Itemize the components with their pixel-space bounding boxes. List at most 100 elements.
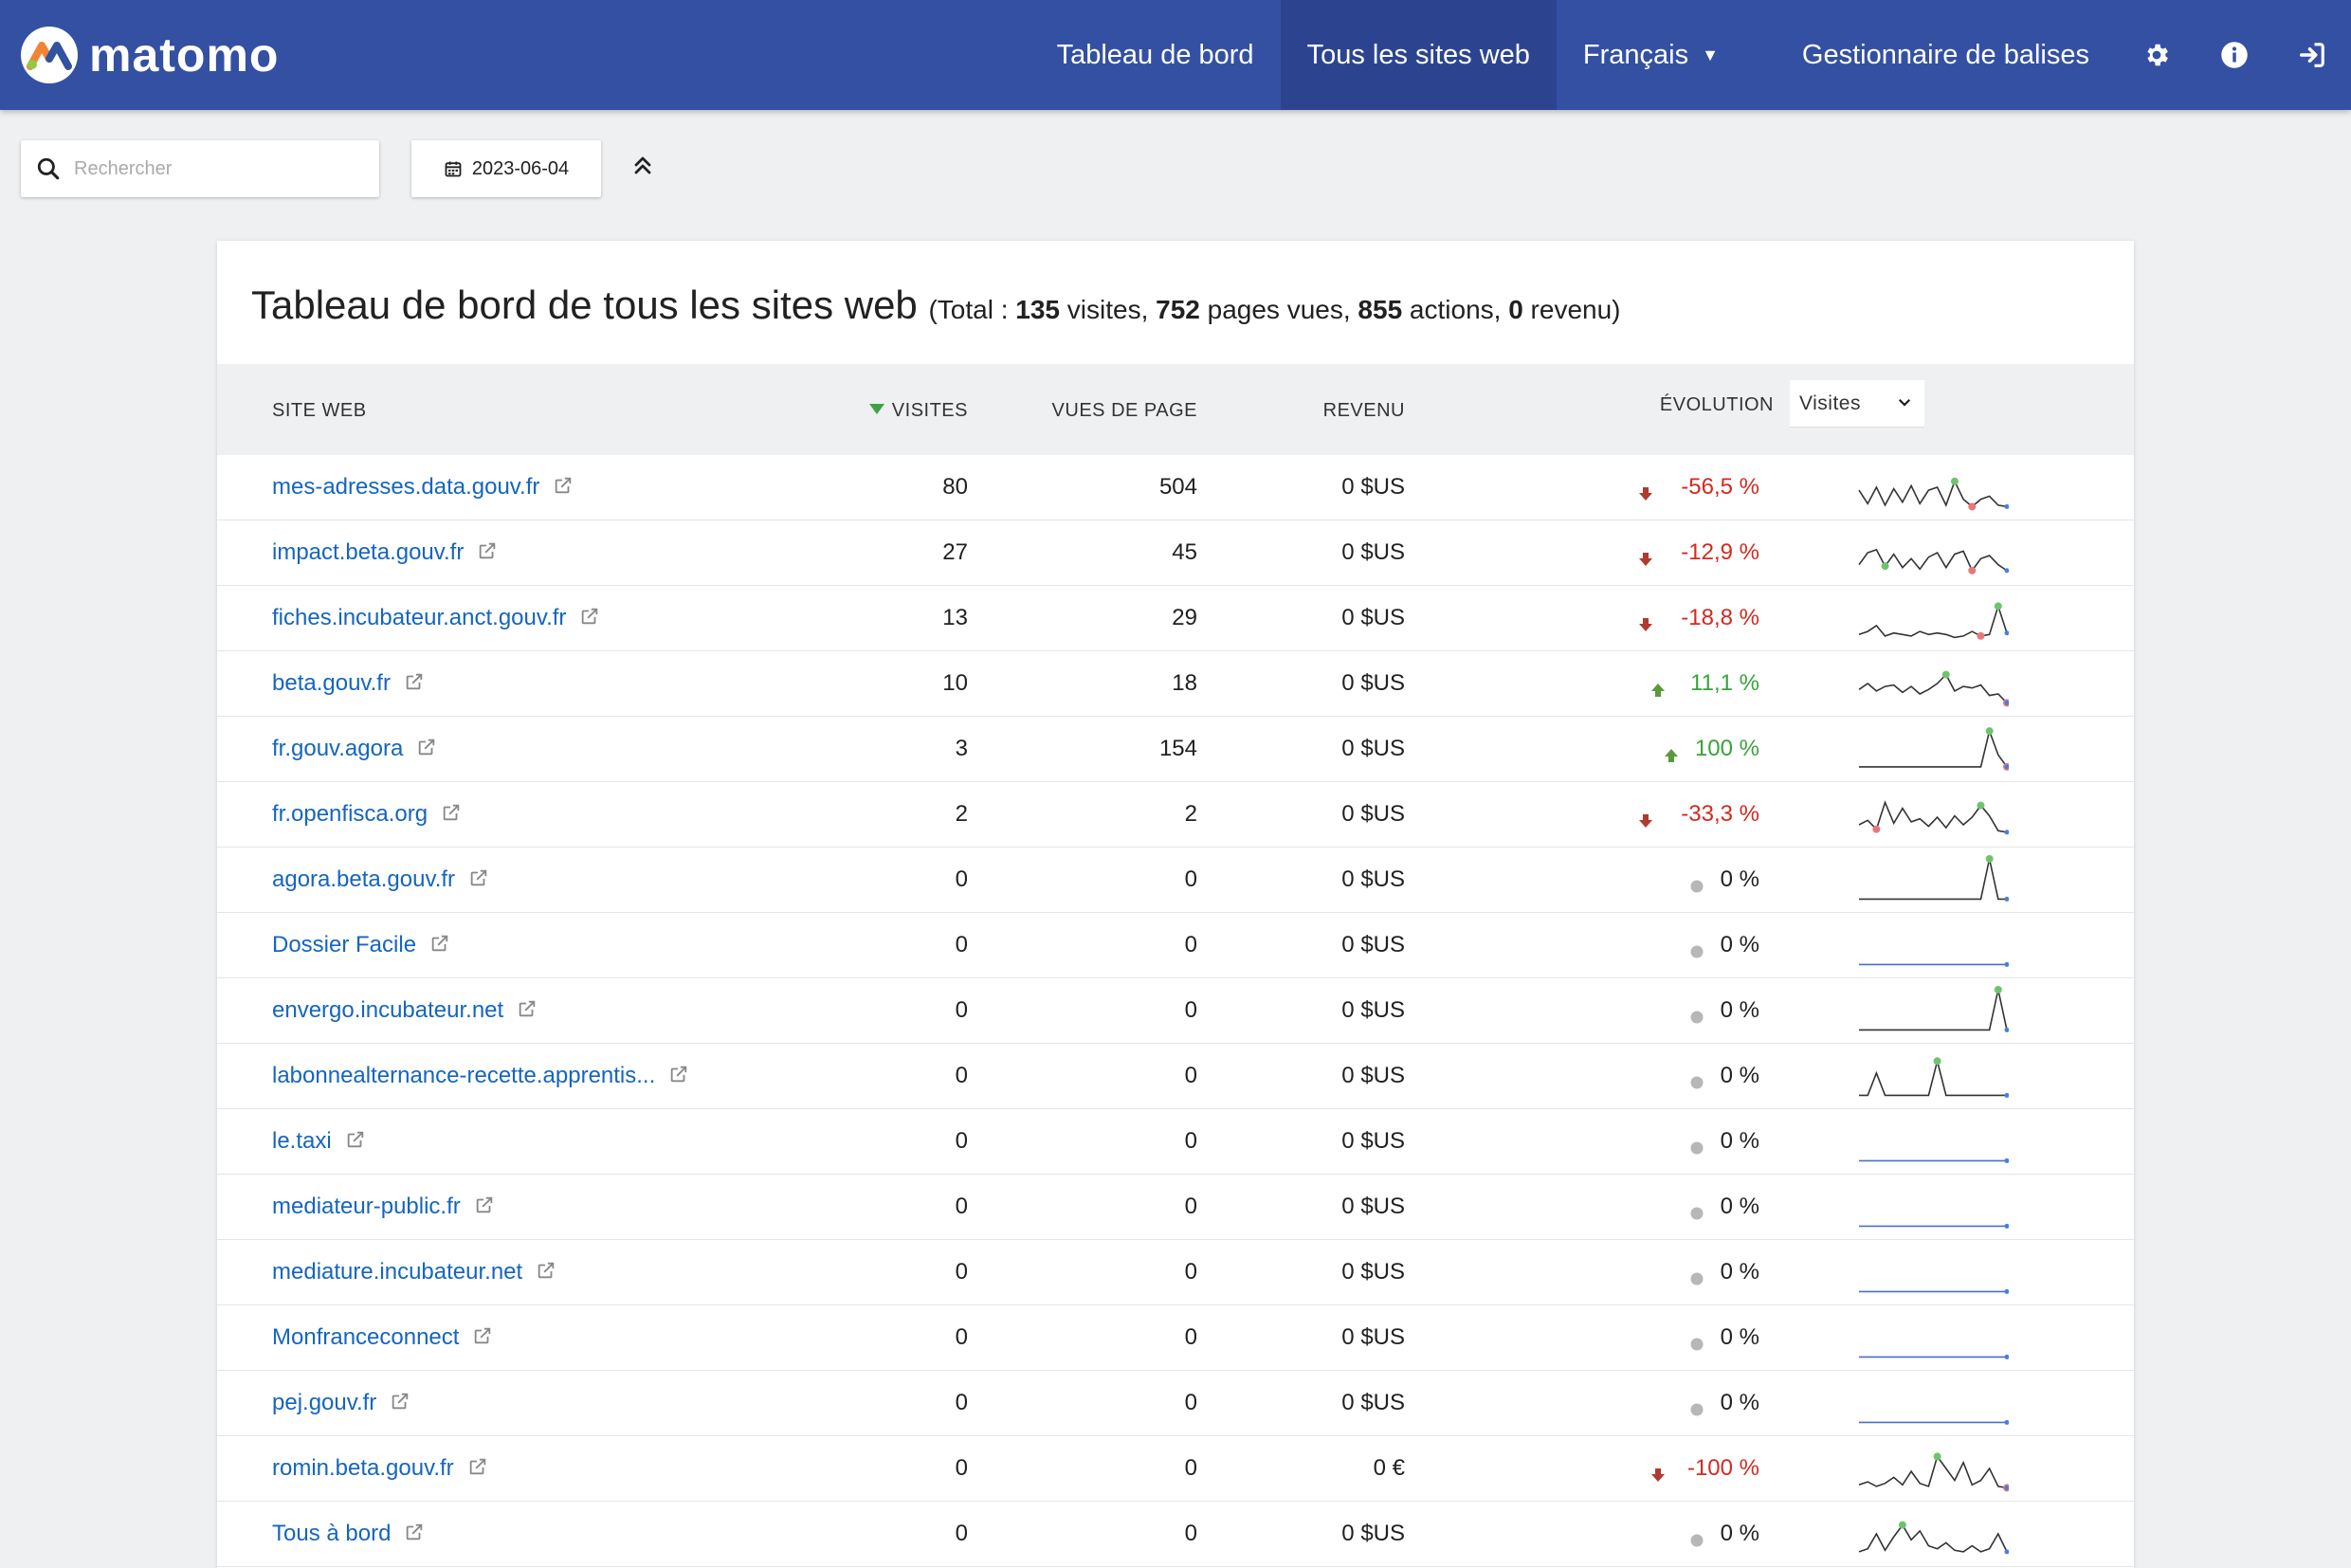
column-evolution[interactable]: ÉVOLUTION — [1660, 394, 1774, 416]
evolution-sparkline[interactable] — [1857, 657, 2009, 710]
sign-in-icon[interactable] — [2273, 0, 2351, 110]
site-link[interactable]: mes-adresses.data.gouv.fr — [272, 474, 574, 502]
collapse-icon[interactable] — [629, 152, 656, 180]
site-link[interactable]: le.taxi — [272, 1128, 366, 1157]
external-link-icon[interactable] — [467, 1456, 488, 1484]
column-visits[interactable]: VISITES — [868, 400, 968, 422]
external-link-icon[interactable] — [579, 606, 600, 633]
search-input[interactable] — [72, 156, 360, 181]
pageviews-value: 0 — [1184, 932, 1197, 957]
date-selector[interactable]: 2023-06-04 — [411, 140, 601, 197]
table-row[interactable]: fr.openfisca.org 2 2 0 $US -33,3 % — [217, 782, 2134, 848]
external-link-icon[interactable] — [477, 540, 498, 568]
evolution-sparkline[interactable] — [1857, 1507, 2009, 1560]
top-navigation-bar: matomo Tableau de bord Tous les sites we… — [0, 0, 2351, 110]
evolution-sparkline[interactable] — [1857, 1049, 2009, 1103]
neutral-dot-icon — [1689, 1201, 1704, 1228]
external-link-icon[interactable] — [345, 1129, 366, 1157]
arrow-up-icon — [1650, 678, 1666, 704]
table-row[interactable]: mes-adresses.data.gouv.fr 80 504 0 $US -56,5… — [217, 455, 2134, 520]
table-row[interactable]: envergo.incubateur.net 0 0 0 $US 0 % — [217, 978, 2134, 1044]
external-link-icon[interactable] — [441, 802, 462, 830]
external-link-icon[interactable] — [429, 933, 450, 960]
column-pageviews[interactable]: VUES DE PAGE — [1052, 400, 1197, 422]
external-link-icon[interactable] — [472, 1325, 493, 1353]
site-link[interactable]: fr.openfisca.org — [272, 801, 462, 830]
external-link-icon[interactable] — [390, 1391, 410, 1418]
evolution-metric-select[interactable]: Visites — [1790, 380, 1924, 428]
table-row[interactable]: beta.gouv.fr 10 18 0 $US 11,1 % — [217, 651, 2134, 717]
site-link[interactable]: agora.beta.gouv.fr — [272, 866, 489, 895]
nav-all-websites[interactable]: Tous les sites web — [1280, 0, 1557, 110]
sparkline-path — [1858, 479, 2008, 508]
evolution-sparkline[interactable] — [1857, 919, 2009, 972]
table-row[interactable]: Monfranceconnect 0 0 0 $US 0 % — [217, 1305, 2134, 1371]
table-row[interactable]: impact.beta.gouv.fr 27 45 0 $US -12,9 % — [217, 520, 2134, 586]
evolution-sparkline[interactable] — [1857, 853, 2009, 906]
language-selector[interactable]: Français ▼ — [1557, 0, 1776, 110]
visits-value: 0 — [955, 1521, 968, 1546]
evolution-sparkline[interactable] — [1857, 788, 2009, 841]
evolution-value: 11,1 % — [1690, 670, 1759, 696]
sparkline-last-point — [2004, 630, 2009, 636]
site-link[interactable]: impact.beta.gouv.fr — [272, 539, 498, 568]
site-link[interactable]: fr.gouv.agora — [272, 736, 437, 764]
evolution-sparkline[interactable] — [1857, 722, 2009, 775]
evolution-sparkline[interactable] — [1857, 526, 2009, 579]
sparkline-max-point — [1941, 670, 1950, 679]
external-link-icon[interactable] — [536, 1260, 556, 1287]
external-link-icon[interactable] — [553, 475, 574, 502]
site-link[interactable]: fiches.incubateur.anct.gouv.fr — [272, 605, 600, 633]
evolution-sparkline[interactable] — [1857, 1246, 2009, 1299]
external-link-icon[interactable] — [404, 1522, 425, 1549]
evolution-sparkline[interactable] — [1857, 1442, 2009, 1495]
site-link[interactable]: Tous à bord — [272, 1521, 425, 1549]
column-revenue[interactable]: REVENU — [1323, 400, 1405, 422]
evolution-value: 0 % — [1720, 866, 1759, 892]
info-icon[interactable] — [2196, 0, 2273, 110]
matomo-logo[interactable]: matomo — [21, 25, 279, 85]
column-site[interactable]: SITE WEB — [272, 400, 367, 422]
chevron-down-icon — [1898, 398, 1911, 407]
table-row[interactable]: Tous à bord 0 0 0 $US 0 % — [217, 1502, 2134, 1567]
site-link[interactable]: Dossier Facile — [272, 932, 450, 960]
table-row[interactable]: mediature.incubateur.net 0 0 0 $US 0 % — [217, 1240, 2134, 1305]
table-row[interactable]: Dossier Facile 0 0 0 $US 0 % — [217, 913, 2134, 978]
external-link-icon[interactable] — [517, 998, 538, 1026]
external-link-icon[interactable] — [468, 867, 489, 895]
site-link[interactable]: beta.gouv.fr — [272, 670, 425, 699]
evolution-sparkline[interactable] — [1857, 461, 2009, 514]
evolution-sparkline[interactable] — [1857, 984, 2009, 1037]
site-search-box[interactable] — [21, 140, 379, 197]
evolution-sparkline[interactable] — [1857, 1180, 2009, 1233]
gear-icon[interactable] — [2118, 0, 2196, 110]
table-row[interactable]: le.taxi 0 0 0 $US 0 % — [217, 1109, 2134, 1175]
site-link[interactable]: labonnealternance-recette.apprentis... — [272, 1063, 689, 1091]
external-link-icon[interactable] — [416, 737, 437, 764]
site-link[interactable]: envergo.incubateur.net — [272, 997, 538, 1026]
external-link-icon[interactable] — [668, 1064, 689, 1091]
evolution-sparkline[interactable] — [1857, 1377, 2009, 1430]
external-link-icon[interactable] — [404, 671, 425, 699]
sparkline-last-point — [2004, 1092, 2009, 1098]
site-link[interactable]: mediature.incubateur.net — [272, 1259, 556, 1287]
table-row[interactable]: agora.beta.gouv.fr 0 0 0 $US 0 % — [217, 848, 2134, 913]
table-row[interactable]: fr.gouv.agora 3 154 0 $US 100 % — [217, 717, 2134, 782]
evolution-sparkline[interactable] — [1857, 1311, 2009, 1364]
nav-tag-manager[interactable]: Gestionnaire de balises — [1776, 0, 2118, 110]
sparkline-path — [1859, 1061, 2007, 1097]
nav-dashboard[interactable]: Tableau de bord — [1030, 0, 1281, 110]
evolution-sparkline[interactable] — [1857, 1115, 2009, 1168]
table-row[interactable]: labonnealternance-recette.apprentis... 0 0… — [217, 1044, 2134, 1109]
external-link-icon[interactable] — [474, 1194, 495, 1222]
site-link[interactable]: romin.beta.gouv.fr — [272, 1455, 488, 1484]
table-row[interactable]: pej.gouv.fr 0 0 0 $US 0 % — [217, 1371, 2134, 1436]
site-link[interactable]: Monfranceconnect — [272, 1324, 493, 1353]
table-row[interactable]: fiches.incubateur.anct.gouv.fr 13 29 0 $US -… — [217, 586, 2134, 651]
neutral-dot-icon — [1689, 1332, 1704, 1358]
table-row[interactable]: mediateur-public.fr 0 0 0 $US 0 % — [217, 1175, 2134, 1240]
site-link[interactable]: pej.gouv.fr — [272, 1390, 410, 1418]
site-link[interactable]: mediateur-public.fr — [272, 1194, 495, 1222]
table-row[interactable]: romin.beta.gouv.fr 0 0 0 € -100 % — [217, 1436, 2134, 1502]
evolution-sparkline[interactable] — [1857, 592, 2009, 645]
